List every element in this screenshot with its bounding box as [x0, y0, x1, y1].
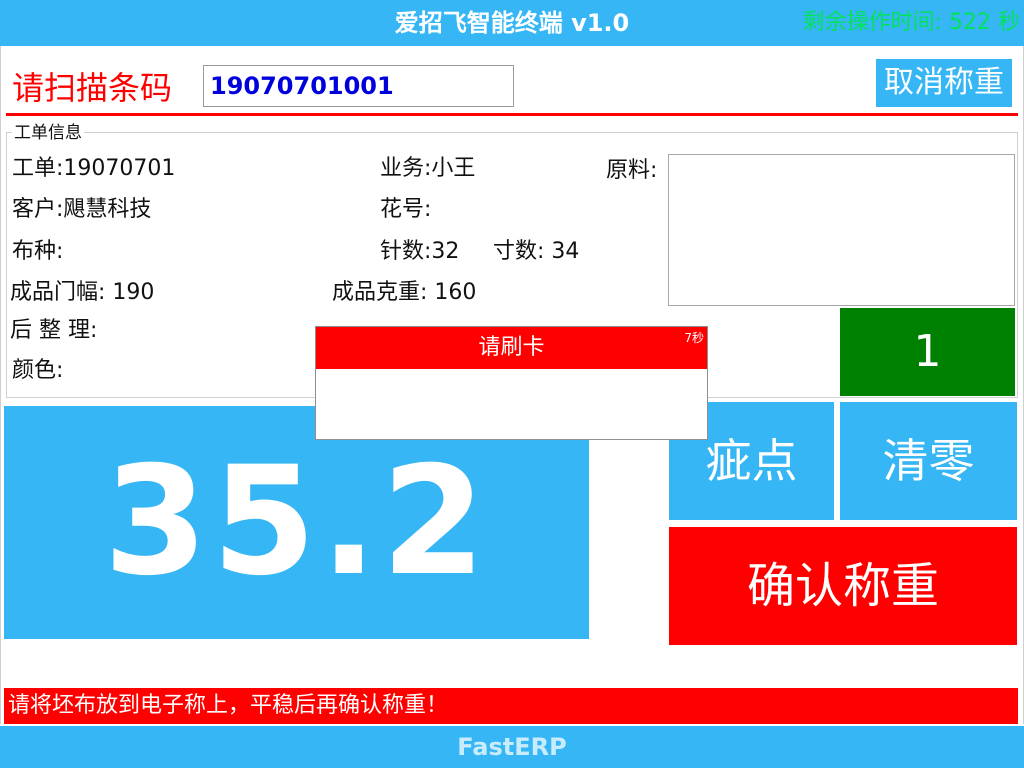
dialog-countdown: 7秒	[684, 331, 704, 345]
finishing-field: 后 整 理:	[10, 316, 97, 346]
finished-width-field: 成品门幅: 190	[10, 278, 154, 308]
customer-value: 飓慧科技	[63, 197, 152, 222]
finished-width-value: 190	[112, 280, 155, 305]
cancel-weigh-button[interactable]: 取消称重	[876, 59, 1012, 107]
gauge-value: 34	[551, 239, 580, 264]
fabric-field: 布种:	[12, 237, 63, 267]
gauge-field: 寸数: 34	[493, 237, 579, 267]
pattern-no-field: 花号:	[380, 195, 431, 225]
roll-counter: 1	[840, 308, 1015, 396]
footer-brand: FastERP	[0, 726, 1024, 768]
material-textbox[interactable]	[668, 154, 1015, 306]
header-divider	[6, 113, 1018, 116]
card-input-area[interactable]	[316, 369, 707, 439]
needles-label: 针数:	[380, 239, 432, 264]
customer-field: 客户:飓慧科技	[12, 195, 151, 225]
needles-field: 针数:32	[380, 237, 459, 267]
order-no-field: 工单:19070701	[12, 154, 175, 184]
fabric-label: 布种:	[12, 239, 64, 264]
pattern-no-label: 花号:	[380, 197, 432, 222]
barcode-input[interactable]	[203, 65, 514, 107]
color-field: 颜色:	[12, 356, 63, 386]
color-label: 颜色:	[12, 358, 64, 383]
finished-weight-label: 成品克重:	[332, 280, 428, 305]
finished-weight-field: 成品克重: 160	[332, 278, 476, 308]
finished-weight-value: 160	[434, 280, 477, 305]
order-no-value: 19070701	[63, 156, 176, 181]
confirm-weigh-button[interactable]: 确认称重	[669, 527, 1017, 645]
salesman-label: 业务:	[380, 156, 432, 181]
customer-label: 客户:	[12, 197, 64, 222]
dialog-title: 请刷卡	[478, 335, 545, 360]
swipe-card-dialog: 请刷卡 7秒	[315, 326, 708, 440]
hint-bar: 请将坯布放到电子称上，平稳后再确认称重！	[4, 688, 1018, 724]
salesman-field: 业务:小王	[380, 154, 475, 184]
material-label: 原料:	[606, 158, 658, 183]
zero-button[interactable]: 清零	[840, 402, 1017, 520]
needles-value: 32	[431, 239, 460, 264]
finishing-label: 后 整 理:	[10, 318, 98, 343]
remaining-time: 剩余操作时间: 522 秒	[802, 10, 1020, 35]
app-window: 爱招飞智能终端 v1.0 剩余操作时间: 522 秒 请扫描条码 取消称重 工单…	[0, 0, 1024, 768]
finished-width-label: 成品门幅:	[10, 280, 106, 305]
order-no-label: 工单:	[12, 156, 64, 181]
weight-value: 35.2	[103, 435, 490, 609]
salesman-value: 小王	[431, 156, 476, 181]
gauge-label: 寸数:	[493, 239, 545, 264]
order-info-legend: 工单信息	[12, 123, 84, 143]
scan-label: 请扫描条码	[12, 69, 173, 107]
